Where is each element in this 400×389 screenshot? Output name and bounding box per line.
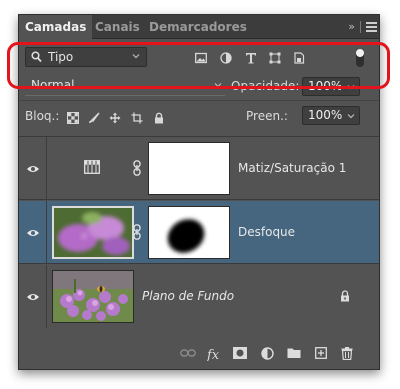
eye-icon[interactable] xyxy=(26,164,40,174)
tab-camadas[interactable]: Camadas xyxy=(19,15,93,40)
collapse-panel-button[interactable]: » xyxy=(348,15,355,39)
blurred-flower-thumbnail-image xyxy=(54,208,132,257)
panel-tab-bar: Camadas Canais Demarcadores » xyxy=(19,15,379,40)
eye-icon[interactable] xyxy=(26,228,40,238)
lock-label: Bloq.: xyxy=(25,109,60,123)
visibility-cell xyxy=(19,137,47,200)
new-layer-icon[interactable] xyxy=(315,347,327,359)
lock-all-icon[interactable] xyxy=(153,112,165,124)
fill-label: Preen.: xyxy=(246,109,288,123)
lock-row: Bloq.: Preen.: 100% xyxy=(19,100,379,132)
svg-text:fx: fx xyxy=(207,348,220,361)
layer-row-desfoque[interactable]: Desfoque xyxy=(19,201,379,264)
layer-name: Matiz/Saturação 1 xyxy=(238,161,347,175)
new-group-icon[interactable] xyxy=(287,347,301,359)
hue-saturation-adjustment-icon[interactable] xyxy=(84,160,100,174)
tab-divider xyxy=(360,21,361,33)
chain-link-icon[interactable] xyxy=(133,224,141,240)
chain-link-icon[interactable] xyxy=(133,160,141,176)
fx-icon[interactable]: fx xyxy=(207,347,223,361)
layer-name: Desfoque xyxy=(238,225,296,239)
lock-icon[interactable] xyxy=(340,290,350,302)
mask-shape-image xyxy=(167,219,205,253)
hamburger-menu-icon[interactable] xyxy=(366,22,377,32)
layers-list: Matiz/Saturação 1 Desfoque Plano de Fund… xyxy=(19,136,379,333)
tab-demarcadores[interactable]: Demarcadores xyxy=(143,15,253,39)
layer-name: Plano de Fundo xyxy=(142,289,235,303)
layer-row-matiz-saturacao[interactable]: Matiz/Saturação 1 xyxy=(19,137,379,200)
flower-bee-thumbnail-image xyxy=(53,271,133,322)
red-highlight-outline xyxy=(7,42,390,89)
lock-transparent-pixels-icon[interactable] xyxy=(67,112,79,124)
fill-value: 100% xyxy=(308,108,343,122)
layer-row-plano-de-fundo[interactable]: Plano de Fundo xyxy=(19,265,379,328)
lock-image-pixels-icon[interactable] xyxy=(88,112,100,124)
visibility-cell xyxy=(19,201,47,264)
new-adjustment-icon[interactable] xyxy=(261,347,274,360)
layer-image-thumbnail[interactable] xyxy=(52,206,134,259)
tab-canais[interactable]: Canais xyxy=(89,15,146,39)
link-layers-icon[interactable] xyxy=(180,347,196,359)
add-mask-icon[interactable] xyxy=(233,347,247,359)
panel-footer: fx xyxy=(19,339,379,369)
chevron-down-icon xyxy=(347,114,355,119)
background-image-thumbnail[interactable] xyxy=(52,270,134,323)
visibility-cell xyxy=(19,265,47,328)
eye-icon[interactable] xyxy=(26,292,40,302)
fill-field[interactable]: 100% xyxy=(302,106,360,125)
lock-position-icon[interactable] xyxy=(109,112,121,124)
lock-artboard-icon[interactable] xyxy=(131,112,143,124)
layer-mask-thumbnail[interactable] xyxy=(148,142,230,195)
layer-mask-thumbnail[interactable] xyxy=(148,206,230,259)
delete-layer-icon[interactable] xyxy=(341,347,353,360)
